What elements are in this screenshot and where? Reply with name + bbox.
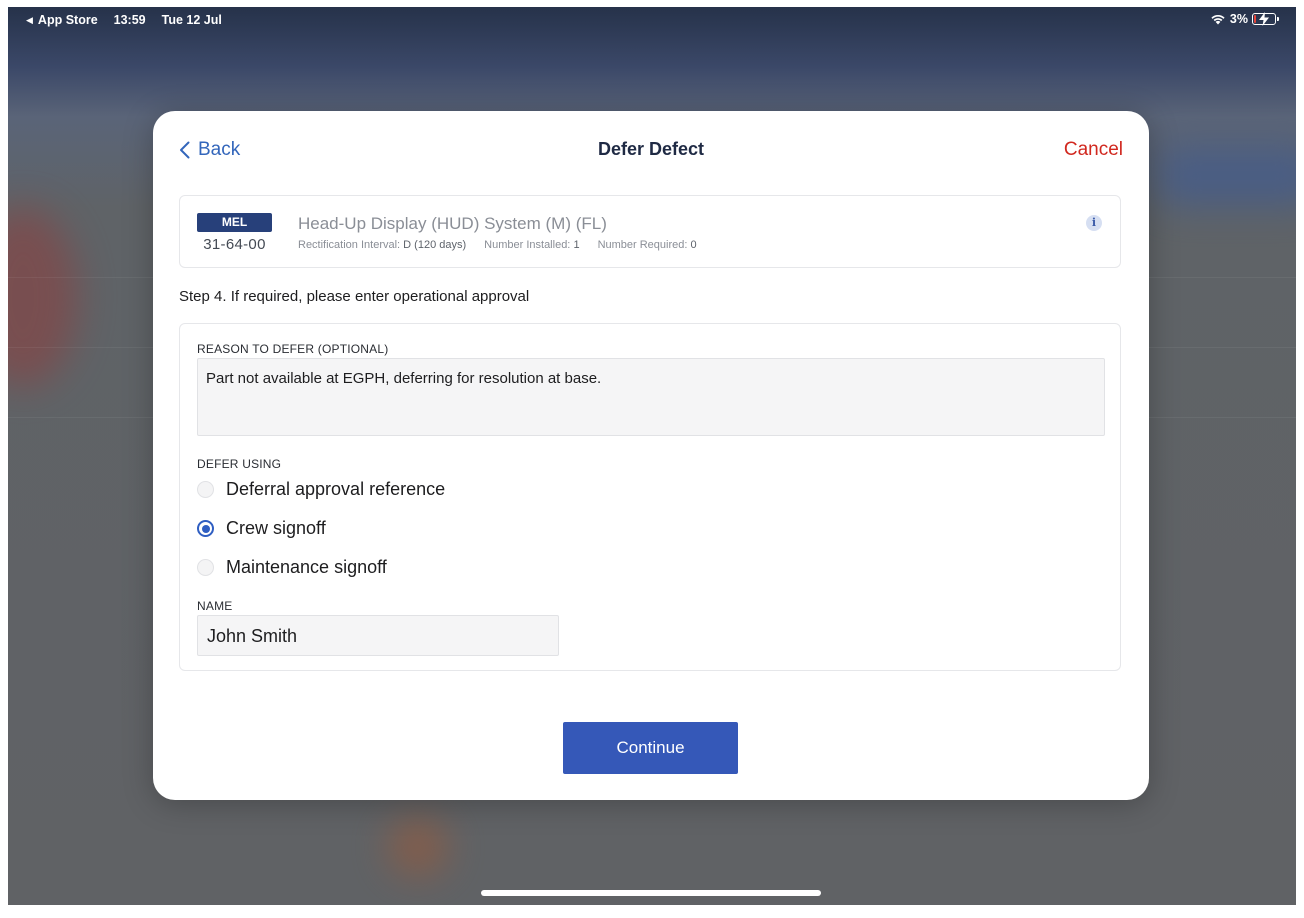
rectification-interval: Rectification Interval: D (120 days)	[298, 239, 467, 251]
approval-form-card: REASON TO DEFER (OPTIONAL) Part not avai…	[179, 323, 1121, 671]
radio-button[interactable]	[197, 559, 214, 576]
continue-button[interactable]: Continue	[563, 722, 738, 774]
back-to-app-icon[interactable]: ◀	[26, 15, 33, 26]
option-label: Crew signoff	[226, 518, 326, 538]
reason-label: REASON TO DEFER (OPTIONAL)	[197, 342, 389, 356]
option-label: Maintenance signoff	[226, 557, 387, 577]
mel-meta: Rectification Interval: D (120 days) Num…	[298, 239, 697, 251]
name-label: NAME	[197, 599, 233, 613]
mel-item-card: MEL 31-64-00 Head-Up Display (HUD) Syste…	[179, 195, 1121, 268]
status-time: 13:59	[113, 13, 146, 27]
defer-using-label: DEFER USING	[197, 457, 282, 471]
status-date: Tue 12 Jul	[161, 13, 222, 27]
option-crew-signoff[interactable]: Crew signoff	[197, 518, 326, 539]
blurred-app-orange	[388, 817, 448, 877]
option-maintenance-signoff[interactable]: Maintenance signoff	[197, 557, 387, 578]
step-label: Step 4. If required, please enter operat…	[179, 288, 530, 305]
radio-button-selected[interactable]	[197, 520, 214, 537]
number-required: Number Required: 0	[597, 239, 697, 251]
number-installed: Number Installed: 1	[484, 239, 580, 251]
defer-defect-modal: Back Defer Defect Cancel MEL 31-64-00 He…	[153, 111, 1149, 800]
radio-button[interactable]	[197, 481, 214, 498]
mel-code: 31-64-00	[203, 236, 266, 253]
charging-bolt-icon	[1259, 12, 1269, 26]
option-deferral-approval-reference[interactable]: Deferral approval reference	[197, 479, 445, 500]
status-right: 3%	[1210, 12, 1279, 26]
battery-icon	[1252, 12, 1279, 26]
cancel-button[interactable]: Cancel	[1064, 139, 1123, 161]
battery-percent: 3%	[1229, 12, 1248, 26]
back-app-label[interactable]: App Store	[38, 13, 98, 27]
status-left[interactable]: ◀ App Store 13:59 Tue 12 Jul	[26, 13, 222, 27]
reason-input[interactable]: Part not available at EGPH, deferring fo…	[197, 358, 1105, 436]
mel-title: Head-Up Display (HUD) System (M) (FL)	[298, 214, 607, 233]
blurred-app-button	[1158, 147, 1296, 207]
mel-badge: MEL	[197, 213, 272, 232]
name-input[interactable]: John Smith	[197, 615, 559, 656]
wifi-icon	[1211, 14, 1225, 25]
page-title: Defer Defect	[597, 139, 705, 159]
option-label: Deferral approval reference	[226, 479, 446, 499]
home-indicator[interactable]	[481, 890, 821, 896]
blurred-app-red	[8, 207, 78, 387]
info-icon[interactable]: i	[1086, 215, 1102, 231]
status-bar: ◀ App Store 13:59 Tue 12 Jul 3%	[8, 7, 1296, 33]
